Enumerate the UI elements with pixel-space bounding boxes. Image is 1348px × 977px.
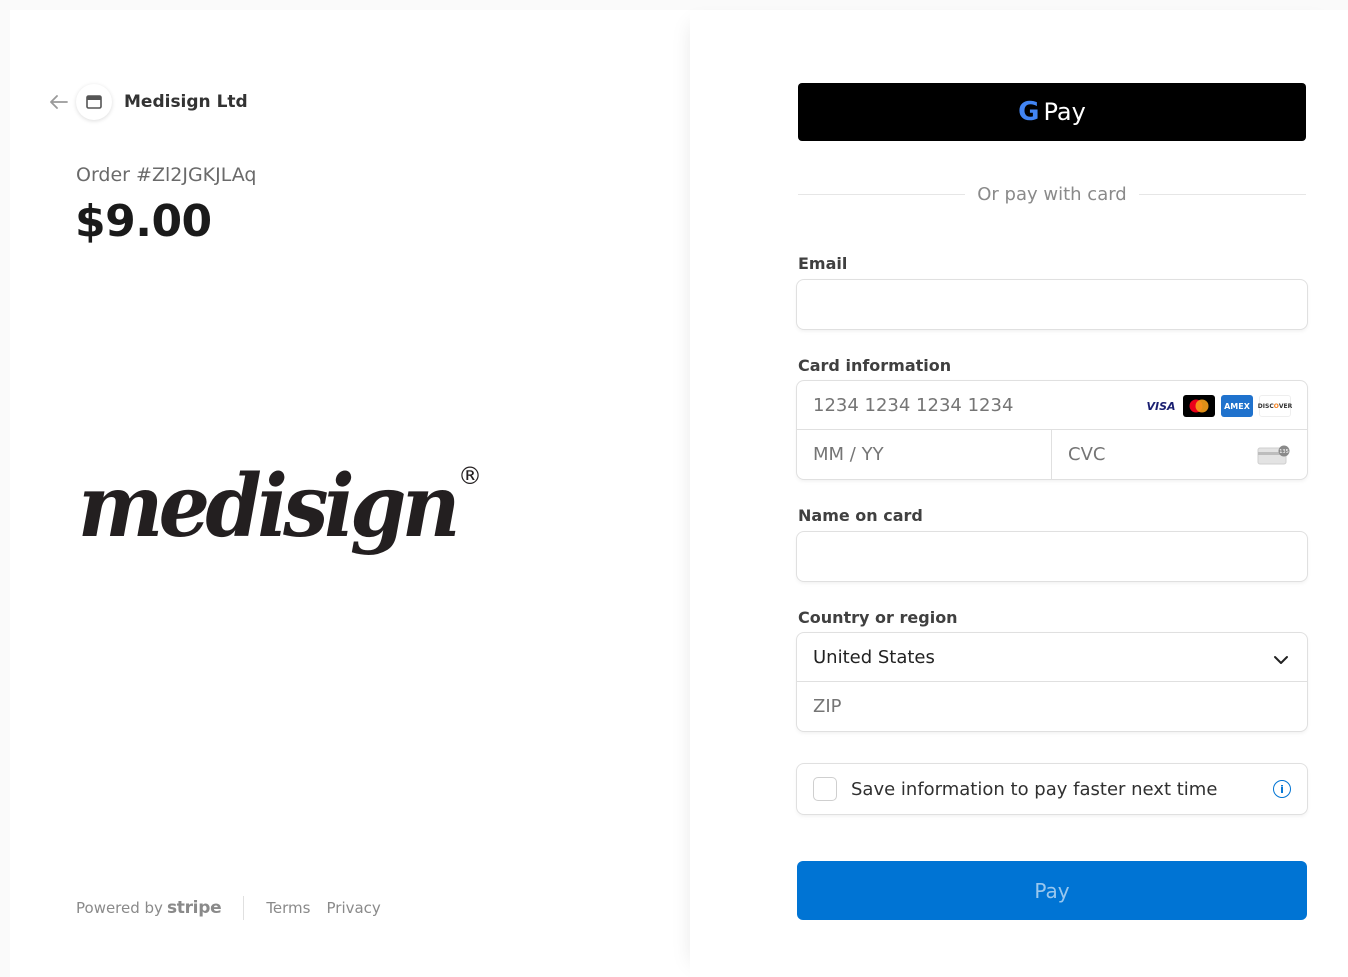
save-info-label: Save information to pay faster next time [851,778,1218,800]
email-label: Email [798,254,848,273]
payment-form-pane: G Pay Or pay with card Email Card inform… [690,10,1348,977]
logo-text: medisign [78,456,456,557]
visa-icon: VISA [1145,395,1177,417]
card-information-group: 1234 1234 1234 1234 VISA AMEX DISC O VER M… [797,381,1307,479]
privacy-link[interactable]: Privacy [327,899,381,917]
country-label: Country or region [798,608,958,627]
back-arrow-icon[interactable] [46,89,72,115]
mastercard-icon [1183,395,1215,417]
merchant-store-icon [76,84,112,120]
name-on-card-label: Name on card [798,506,923,525]
country-select[interactable]: United States [797,633,1307,682]
medisign-logo: medisign ® [78,456,482,557]
card-information-label: Card information [798,356,952,375]
svg-text:135: 135 [1279,449,1289,455]
divider-line-left [798,194,966,195]
footer-divider [243,896,245,920]
google-pay-button[interactable]: G Pay [798,83,1306,141]
expiry-input[interactable]: MM / YY [797,430,1052,479]
powered-by-label: Powered by [76,899,163,917]
amex-icon: AMEX [1221,395,1253,417]
google-pay-label: Pay [1043,98,1086,126]
cvc-card-icon: 135 [1257,445,1291,469]
pay-button[interactable]: Pay [797,861,1307,920]
email-value [797,280,1307,329]
powered-by-stripe[interactable]: Powered by stripe [76,898,222,918]
registered-mark: ® [458,462,482,490]
discover-icon: DISC O VER [1258,395,1292,417]
google-g-icon: G [1018,97,1040,127]
pay-with-card-divider: Or pay with card [798,184,1306,205]
name-on-card-value [797,532,1307,581]
zip-input[interactable]: ZIP [797,682,1307,731]
name-on-card-field[interactable] [797,532,1307,581]
order-number: Order #Zl2JGKJLAq [76,164,257,186]
terms-link[interactable]: Terms [266,899,310,917]
merchant-header: Medisign Ltd [46,84,248,120]
stripe-wordmark: stripe [166,898,222,918]
country-zip-group: United States ZIP [797,633,1307,731]
order-amount: $9.00 [75,196,212,247]
save-info-checkbox[interactable] [813,777,837,801]
save-info-option[interactable]: Save information to pay faster next time… [797,764,1307,814]
email-field[interactable] [797,280,1307,329]
divider-text: Or pay with card [977,184,1127,205]
merchant-name[interactable]: Medisign Ltd [124,92,248,112]
footer: Powered by stripe Terms Privacy [76,896,397,920]
divider-line-right [1138,194,1306,195]
info-icon[interactable]: i [1273,780,1291,798]
card-brand-logos: VISA AMEX DISC O VER [1145,395,1292,417]
order-summary-pane: Medisign Ltd Order #Zl2JGKJLAq $9.00 med… [10,10,690,977]
chevron-down-icon[interactable] [1273,650,1289,669]
